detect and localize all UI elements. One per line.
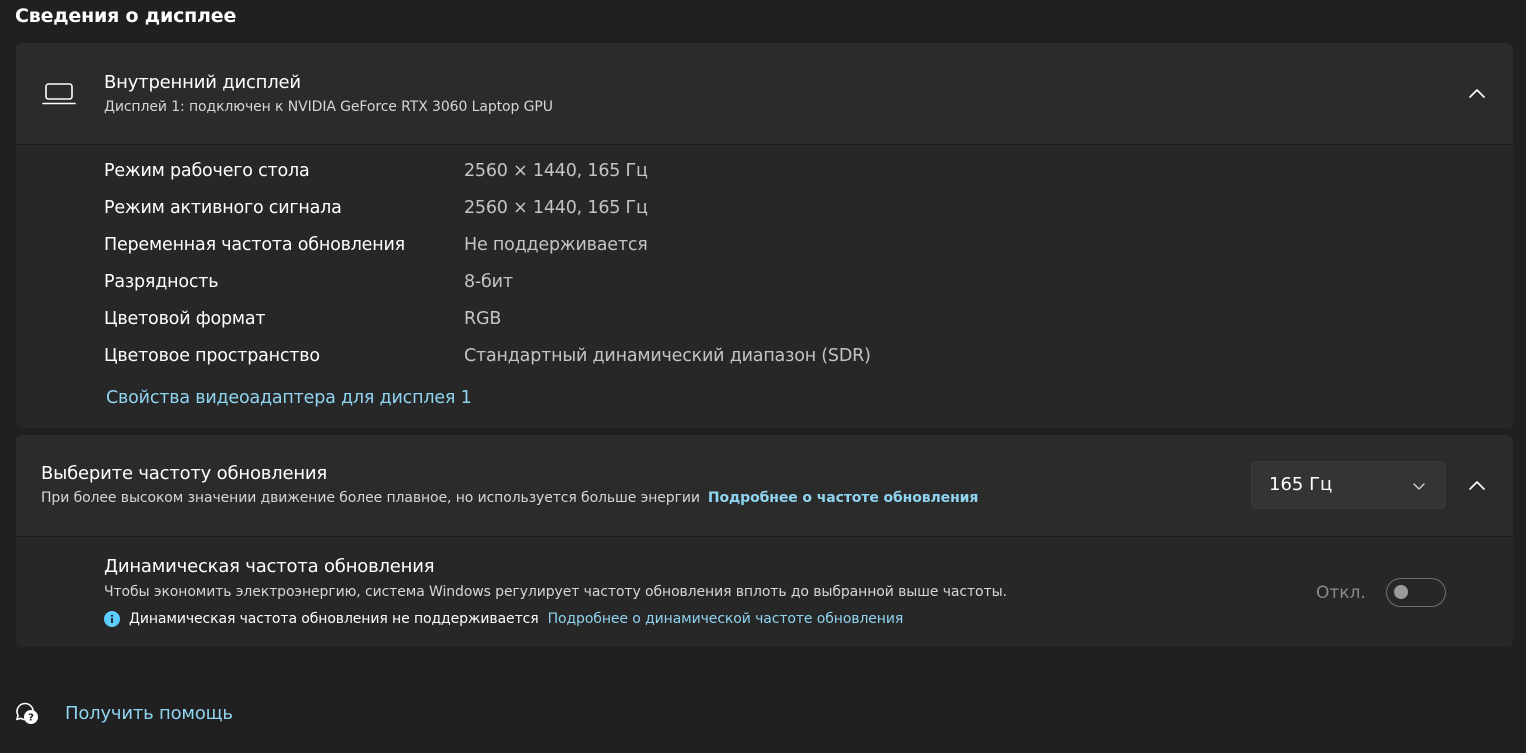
refresh-rate-title: Выберите частоту обновления (41, 463, 328, 484)
svg-text:?: ? (28, 713, 34, 724)
dynamic-refresh-learn-more-link[interactable]: Подробнее о динамической частоте обновле… (548, 611, 904, 627)
refresh-rate-header: Выберите частоту обновления При более вы… (16, 435, 1513, 537)
dynamic-refresh-toggle[interactable] (1386, 578, 1446, 607)
collapse-display-button[interactable] (1457, 74, 1497, 114)
dynamic-refresh-toggle-label: Откл. (1316, 583, 1366, 603)
display-title: Внутренний дисплей (104, 72, 301, 93)
property-value: 2560 × 1440, 165 Гц (464, 198, 648, 218)
property-value: RGB (464, 309, 502, 329)
property-label: Разрядность (104, 272, 219, 292)
property-value: Стандартный динамический диапазон (SDR) (464, 346, 871, 366)
property-label: Переменная частота обновления (104, 235, 405, 255)
property-label: Режим активного сигнала (104, 198, 342, 218)
chevron-down-icon (1413, 483, 1425, 490)
dynamic-refresh-unsupported-text: Динамическая частота обновления не подде… (129, 611, 539, 627)
property-value: Не поддерживается (464, 235, 648, 255)
property-label: Цветовой формат (104, 309, 266, 329)
display-subtitle: Дисплей 1: подключен к NVIDIA GeForce RT… (104, 99, 553, 115)
get-help-row[interactable]: ? Получить помощь (14, 700, 233, 726)
adapter-properties-link[interactable]: Свойства видеоадаптера для дисплея 1 (106, 388, 472, 408)
toggle-knob (1394, 585, 1408, 599)
display-header[interactable]: Внутренний дисплей Дисплей 1: подключен … (16, 43, 1513, 145)
property-label: Режим рабочего стола (104, 161, 310, 181)
property-value: 8-бит (464, 272, 513, 292)
refresh-rate-description: При более высоком значении движение боле… (41, 490, 978, 506)
dynamic-refresh-title: Динамическая частота обновления (104, 556, 435, 577)
refresh-rate-selected-value: 165 Гц (1269, 474, 1333, 495)
property-value: 2560 × 1440, 165 Гц (464, 161, 648, 181)
display-card: Внутренний дисплей Дисплей 1: подключен … (16, 43, 1513, 428)
help-chat-icon: ? (16, 702, 38, 724)
get-help-link[interactable]: Получить помощь (65, 703, 233, 724)
property-label: Цветовое пространство (104, 346, 320, 366)
chevron-up-icon (1469, 481, 1485, 490)
refresh-rate-card: Выберите частоту обновления При более вы… (16, 435, 1513, 647)
info-icon (104, 611, 120, 627)
page-title: Сведения о дисплее (15, 5, 237, 27)
collapse-refresh-button[interactable] (1457, 466, 1497, 506)
laptop-icon (42, 83, 76, 105)
chevron-up-icon (1469, 89, 1485, 98)
refresh-rate-dropdown[interactable]: 165 Гц (1251, 461, 1446, 509)
dynamic-refresh-note: Динамическая частота обновления не подде… (104, 611, 903, 627)
refresh-rate-description-text: При более высоком значении движение боле… (41, 490, 700, 506)
dynamic-refresh-description: Чтобы экономить электроэнергию, система … (104, 584, 1007, 600)
refresh-rate-learn-more-link[interactable]: Подробнее о частоте обновления (708, 490, 979, 506)
